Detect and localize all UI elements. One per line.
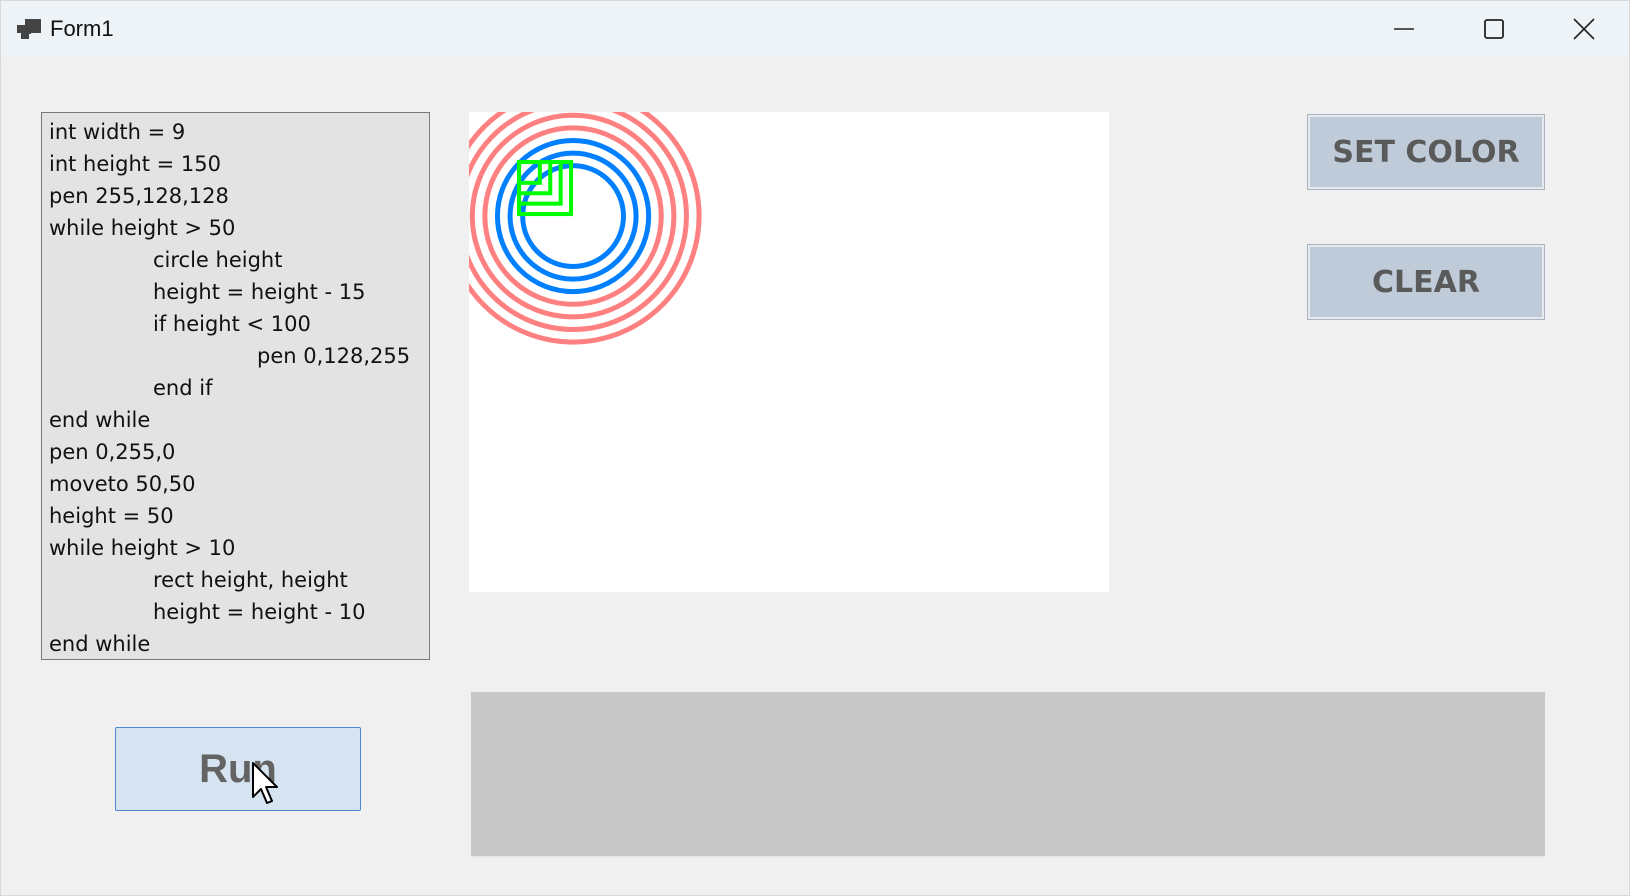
code-line: while height > 10 bbox=[49, 536, 236, 560]
app-window: Form1 int width = 9 int height = 150 pen… bbox=[0, 0, 1630, 896]
code-line: end while bbox=[49, 632, 151, 656]
app-icon bbox=[17, 17, 43, 41]
minimize-button[interactable] bbox=[1359, 1, 1449, 57]
drawing-surface bbox=[469, 112, 702, 345]
code-line: height = 50 bbox=[49, 504, 174, 528]
code-line: int width = 9 bbox=[49, 120, 186, 144]
code-line: while height > 50 bbox=[49, 216, 236, 240]
maximize-icon bbox=[1483, 18, 1505, 40]
title-bar[interactable]: Form1 bbox=[1, 1, 1629, 57]
code-line: end while bbox=[49, 408, 151, 432]
code-line: pen 0,128,255 bbox=[257, 344, 411, 368]
maximize-button[interactable] bbox=[1449, 1, 1539, 57]
code-line: pen 0,255,0 bbox=[49, 440, 176, 464]
set-color-button[interactable]: SET COLOR bbox=[1307, 114, 1545, 190]
minimize-icon bbox=[1393, 18, 1415, 40]
code-line: int height = 150 bbox=[49, 152, 222, 176]
clear-button[interactable]: CLEAR bbox=[1307, 244, 1545, 320]
code-line: height = height - 15 bbox=[153, 280, 366, 304]
close-icon bbox=[1573, 18, 1595, 40]
drawing-canvas bbox=[469, 112, 1109, 592]
code-line: end if bbox=[153, 376, 213, 400]
code-line: if height < 100 bbox=[153, 312, 311, 336]
output-panel bbox=[471, 692, 1545, 858]
code-line: height = height - 10 bbox=[153, 600, 366, 624]
code-line: pen 255,128,128 bbox=[49, 184, 229, 208]
code-editor[interactable]: int width = 9 int height = 150 pen 255,1… bbox=[41, 112, 430, 660]
window-title: Form1 bbox=[50, 16, 114, 41]
code-line: moveto 50,50 bbox=[49, 472, 196, 496]
run-button[interactable]: Run bbox=[115, 727, 361, 811]
close-button[interactable] bbox=[1539, 1, 1629, 57]
code-line: circle height bbox=[153, 248, 283, 272]
drawn-circle bbox=[469, 112, 677, 320]
code-line: rect height, height bbox=[153, 568, 348, 592]
